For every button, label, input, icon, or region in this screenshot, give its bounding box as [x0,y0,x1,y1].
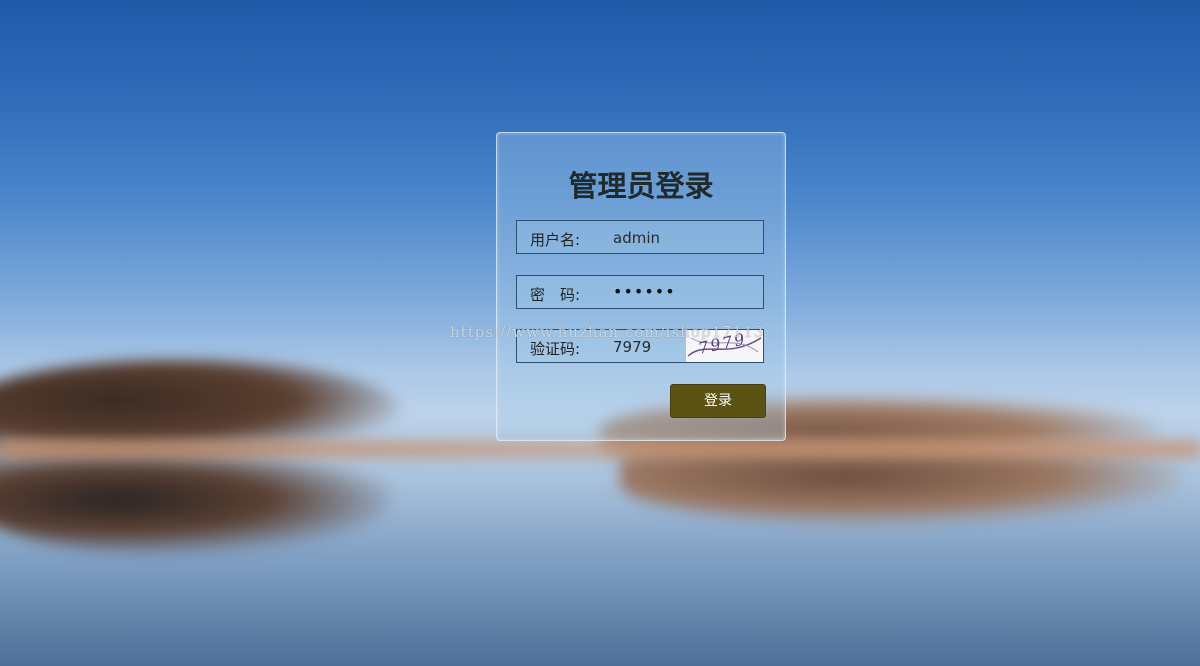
login-panel: 管理员登录 用户名: admin 密 码: •••••• 验证码: 7979 7… [496,132,786,441]
password-label: 密 码: [530,286,581,304]
username-label: 用户名: [530,231,581,249]
login-button[interactable]: 登录 [670,384,766,418]
page-title: 管理员登录 [568,169,714,203]
watermark-url: https://www.huzhan.com/ishop17113 [450,323,765,341]
username-input[interactable]: admin [613,229,660,247]
mountain-left-reflection [0,445,390,555]
username-field[interactable]: 用户名: admin [516,220,764,254]
horizon-line [0,440,1200,458]
password-input[interactable]: •••••• [613,282,676,301]
password-field[interactable]: 密 码: •••••• [516,275,764,309]
captcha-label: 验证码: [530,340,581,358]
